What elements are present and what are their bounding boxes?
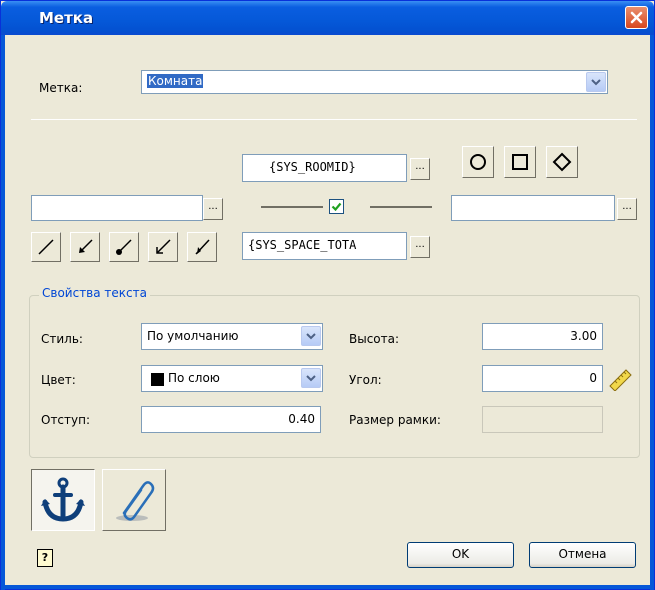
square-icon: [512, 154, 528, 170]
label-combo-arrow[interactable]: [586, 72, 606, 92]
bottom-field[interactable]: {SYS_SPACE_TOTA: [242, 232, 407, 260]
diamond-icon: [552, 152, 572, 172]
chevron-down-icon: [591, 78, 601, 85]
text-properties-title: Свойства текста: [39, 286, 150, 300]
color-combo-arrow[interactable]: [301, 368, 321, 388]
indent-label: Отступ:: [41, 413, 91, 427]
paperclip-icon: [116, 481, 155, 521]
close-button[interactable]: [625, 6, 648, 29]
dot-leader-icon: [116, 239, 132, 255]
chevron-down-icon: [306, 374, 316, 381]
height-label: Высота:: [349, 332, 400, 346]
separator: [31, 119, 637, 120]
shape-circle-button[interactable]: [462, 146, 494, 178]
tick-leader-icon: [195, 239, 210, 255]
window-title: Метка: [39, 9, 94, 27]
ruler-icon: [609, 369, 632, 392]
indent-value: 0.40: [288, 412, 315, 426]
label-combo[interactable]: Комната: [141, 70, 608, 94]
connector-line-right: [370, 206, 432, 208]
shape-diamond-button[interactable]: [546, 146, 578, 178]
style-label: Стиль:: [41, 332, 83, 346]
dialog-window: Метка Метка: Комната {SYS_ROOMID} ... ..…: [0, 0, 655, 590]
height-field[interactable]: 3.00: [482, 323, 603, 350]
style-combo-arrow[interactable]: [301, 326, 321, 346]
cancel-button[interactable]: Отмена: [529, 542, 636, 568]
open-arrow-leader-icon: [156, 239, 171, 254]
bottom-field-browse-button[interactable]: ...: [410, 236, 430, 258]
anchor-icon: [41, 477, 85, 522]
indent-field[interactable]: 0.40: [141, 406, 321, 433]
label-field-label: Метка:: [39, 81, 83, 95]
leader-arrow-button[interactable]: [70, 232, 100, 262]
connector-line-left: [261, 206, 323, 208]
close-icon: [630, 11, 643, 24]
style-combo-value: По умолчанию: [147, 329, 239, 343]
frame-size-label: Размер рамки:: [349, 413, 441, 427]
window-frame-left: [1, 35, 5, 590]
line-icon: [38, 239, 54, 255]
right-field[interactable]: [451, 195, 615, 221]
title-bar[interactable]: Метка: [1, 1, 654, 35]
arrow-leader-icon: [79, 239, 93, 253]
color-combo-value: По слою: [168, 371, 220, 385]
bottom-field-value: {SYS_SPACE_TOTA: [248, 238, 357, 252]
anchor-button[interactable]: [31, 469, 95, 531]
window-frame-bottom: [1, 585, 654, 589]
leader-open-arrow-button[interactable]: [148, 232, 178, 262]
attach-button[interactable]: [102, 469, 166, 531]
style-combo[interactable]: По умолчанию: [141, 323, 323, 350]
top-field-value: {SYS_ROOMID}: [269, 160, 356, 174]
angle-field[interactable]: 0: [482, 365, 603, 392]
frame-size-field[interactable]: [482, 406, 603, 433]
angle-value: 0: [589, 371, 597, 385]
color-swatch: [151, 373, 164, 386]
shape-square-button[interactable]: [504, 146, 536, 178]
left-field[interactable]: [31, 195, 203, 221]
ok-button[interactable]: OK: [407, 542, 514, 568]
top-field-browse-button[interactable]: ...: [410, 158, 430, 180]
measure-angle-button[interactable]: [607, 367, 633, 392]
checkmark-icon: [331, 202, 342, 212]
circle-icon: [470, 154, 486, 170]
leader-dot-button[interactable]: [109, 232, 139, 262]
center-checkbox[interactable]: [329, 199, 344, 214]
leader-none-button[interactable]: [31, 232, 61, 262]
left-field-browse-button[interactable]: ...: [203, 198, 223, 220]
height-value: 3.00: [570, 329, 597, 343]
help-icon[interactable]: ?: [37, 549, 53, 567]
top-field[interactable]: {SYS_ROOMID}: [242, 154, 407, 182]
color-combo[interactable]: По слою: [141, 365, 323, 392]
label-combo-value: Комната: [147, 74, 204, 88]
color-label: Цвет:: [41, 373, 76, 387]
angle-label: Угол:: [349, 373, 382, 387]
window-frame-right: [650, 35, 654, 590]
leader-tick-button[interactable]: [187, 232, 217, 262]
chevron-down-icon: [306, 332, 316, 339]
right-field-browse-button[interactable]: ...: [617, 198, 637, 220]
